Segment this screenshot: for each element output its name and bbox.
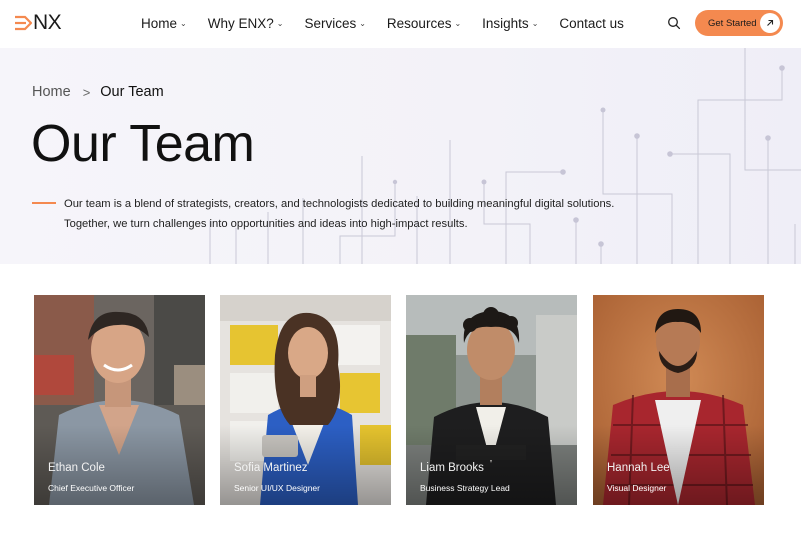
- intro-accent-line: [32, 202, 56, 204]
- chevron-down-icon: ⌄: [276, 18, 284, 28]
- arrow-up-right-icon: [760, 13, 780, 33]
- chevron-down-icon: ⌄: [531, 18, 539, 28]
- chevron-down-icon: ⌄: [359, 18, 366, 28]
- nav-item-insights[interactable]: Insights ⌄: [482, 16, 538, 31]
- team-card-hannah-lee[interactable]: Hannah Lee Visual Designer: [593, 295, 764, 505]
- enx-logo-mark-icon: [15, 15, 32, 31]
- intro-line-2: Together, we turn challenges into opport…: [64, 217, 468, 230]
- intro-line-1: Our team is a blend of strategists, crea…: [64, 198, 615, 210]
- breadcrumb: Home > Our Team: [32, 84, 164, 100]
- top-navigation: NX Home ⌄ Why ENX? ⌄ Services ⌄ Resource…: [0, 0, 801, 48]
- page-title: Our Team: [31, 115, 255, 173]
- get-started-button[interactable]: Get Started: [695, 10, 783, 36]
- team-card-sofia-martinez[interactable]: Sofia Martinez Senior UI/UX Designer: [220, 295, 391, 505]
- chevron-down-icon: ⌄: [180, 18, 187, 28]
- enx-logo[interactable]: NX: [14, 11, 62, 34]
- team-card-liam-brooks[interactable]: Liam Brooks Business Strategy Lead: [406, 295, 577, 505]
- logo-text: NX: [33, 11, 62, 34]
- team-member-name: Hannah Lee: [607, 462, 670, 474]
- nav-item-label: Contact us: [559, 15, 624, 31]
- team-member-name: Sofia Martinez: [234, 462, 308, 474]
- nav-item-home[interactable]: Home ⌄: [141, 16, 187, 31]
- breadcrumb-home-link[interactable]: Home: [32, 84, 71, 100]
- breadcrumb-current: Our Team: [100, 84, 164, 100]
- nav-item-label: Services: [304, 15, 357, 31]
- team-member-role: Senior UI/UX Designer: [234, 483, 320, 493]
- get-started-label: Get Started: [708, 17, 757, 29]
- team-member-role: Business Strategy Lead: [420, 483, 510, 493]
- team-grid: Ethan Cole Chief Executive Officer Sofia…: [34, 295, 764, 505]
- chevron-right-icon: >: [82, 84, 91, 100]
- hero-section: Home > Our Team Our Team Our team is a b…: [0, 48, 801, 264]
- nav-item-label: Why ENX?: [207, 15, 274, 31]
- chevron-down-icon: ⌄: [454, 18, 462, 28]
- intro-paragraph: Our team is a blend of strategists, crea…: [64, 195, 624, 234]
- nav-item-resources[interactable]: Resources ⌄: [387, 16, 461, 31]
- team-card-ethan-cole[interactable]: Ethan Cole Chief Executive Officer: [34, 295, 205, 505]
- nav-item-why-enx[interactable]: Why ENX? ⌄: [208, 16, 284, 31]
- nav-item-label: Insights: [482, 15, 529, 31]
- nav-item-contact-us[interactable]: Contact us: [559, 16, 624, 31]
- team-member-name: Liam Brooks: [420, 462, 484, 474]
- nav-item-services[interactable]: Services ⌄: [304, 16, 365, 31]
- nav-item-label: Resources: [386, 15, 452, 31]
- team-member-role: Visual Designer: [607, 483, 667, 493]
- team-member-role: Chief Executive Officer: [48, 483, 135, 493]
- main-menu: Home ⌄ Why ENX? ⌄ Services ⌄ Resources ⌄…: [141, 0, 624, 46]
- nav-item-label: Home: [141, 15, 178, 31]
- team-member-name: Ethan Cole: [48, 462, 105, 474]
- search-icon[interactable]: [667, 16, 681, 30]
